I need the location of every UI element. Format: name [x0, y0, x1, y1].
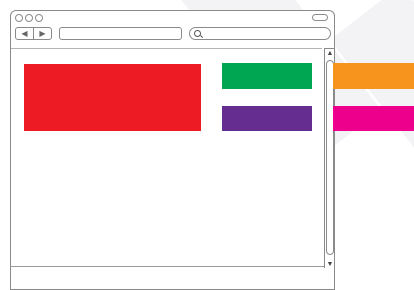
- toolbar: ◀ ▶: [11, 25, 334, 45]
- purple-block: [222, 106, 312, 131]
- scroll-down-icon[interactable]: ▼: [326, 260, 334, 268]
- minimize-window-dot[interactable]: [25, 14, 33, 22]
- red-block: [24, 64, 201, 131]
- forward-arrow-icon[interactable]: ▶: [33, 28, 51, 39]
- close-window-dot[interactable]: [15, 14, 23, 22]
- navigation-buttons: ◀ ▶: [15, 27, 52, 40]
- window-bottom-edge: [10, 266, 324, 267]
- toolbar-toggle-pill[interactable]: [312, 14, 328, 21]
- title-bar: [11, 11, 334, 25]
- back-arrow-icon[interactable]: ◀: [16, 28, 33, 39]
- address-bar[interactable]: [59, 27, 182, 40]
- browser-window: ◀ ▶ ▲ ▼: [10, 10, 335, 290]
- scroll-up-icon[interactable]: ▲: [326, 49, 334, 57]
- search-field[interactable]: [189, 27, 331, 40]
- orange-block: [333, 63, 414, 89]
- zoom-window-dot[interactable]: [35, 14, 43, 22]
- search-icon: [194, 30, 201, 37]
- green-block: [222, 63, 312, 89]
- scroll-thumb[interactable]: [326, 60, 334, 255]
- magenta-block: [333, 106, 414, 131]
